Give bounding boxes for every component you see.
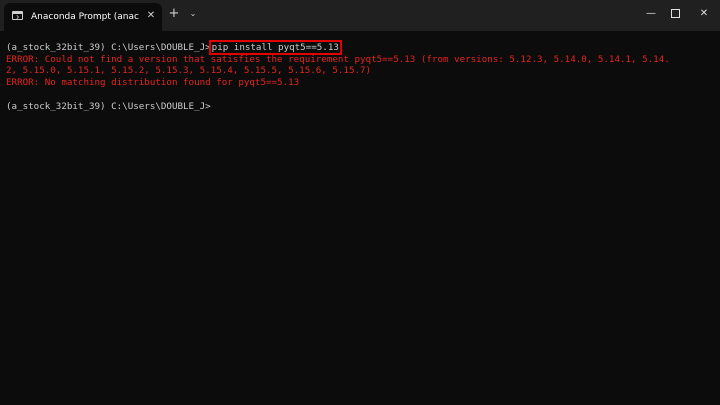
terminal-line-command: (a_stock_32bit_39) C:\Users\DOUBLE_J>pip…	[6, 40, 716, 55]
new-tab-button[interactable]: +	[166, 6, 182, 22]
error-line: ERROR: Could not find a version that sat…	[6, 53, 670, 65]
prompt-text: (a_stock_32bit_39) C:\Users\DOUBLE_J>	[6, 100, 211, 112]
terminal-output[interactable]: (a_stock_32bit_39) C:\Users\DOUBLE_J>pip…	[6, 40, 716, 402]
prompt-text: (a_stock_32bit_39) C:\Users\DOUBLE_J>	[6, 42, 211, 53]
text-cursor	[211, 100, 216, 110]
highlighted-command: pip install pyqt5==5.13	[208, 40, 342, 55]
error-line: 2, 5.15.0, 5.15.1, 5.15.2, 5.15.3, 5.15.…	[6, 65, 372, 77]
title-bar: Anaconda Prompt (anaconda3) ✕ + ⌄ — ✕	[0, 0, 720, 31]
terminal-window: Anaconda Prompt (anaconda3) ✕ + ⌄ — ✕ (a…	[0, 0, 720, 405]
tab-title: Anaconda Prompt (anaconda3)	[31, 12, 139, 22]
terminal-line-prompt: (a_stock_32bit_39) C:\Users\DOUBLE_J>	[6, 100, 716, 112]
tab-close-icon[interactable]: ✕	[144, 9, 158, 23]
maximize-icon	[670, 8, 680, 18]
tab-anaconda-prompt[interactable]: Anaconda Prompt (anaconda3) ✕	[4, 3, 162, 31]
chevron-down-icon[interactable]: ⌄	[186, 7, 200, 21]
terminal-icon	[12, 11, 23, 20]
close-window-button[interactable]: ✕	[681, 0, 720, 27]
error-line: ERROR: No matching distribution found fo…	[6, 76, 300, 88]
